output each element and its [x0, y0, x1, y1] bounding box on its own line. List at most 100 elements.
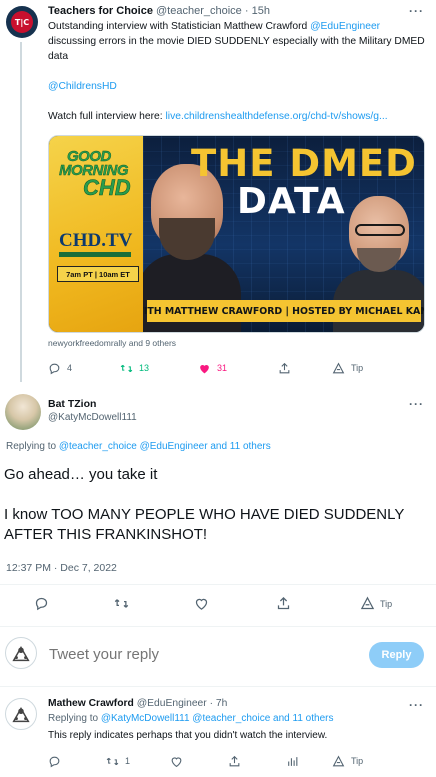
media-subtitle: DATA: [237, 181, 346, 222]
avatar-teachers-for-choice[interactable]: T|C: [6, 6, 38, 38]
reply-button[interactable]: [34, 596, 49, 611]
retweet-button[interactable]: 13: [120, 360, 149, 376]
show-time: 7am PT | 10am ET: [57, 266, 139, 282]
share-icon: [229, 755, 240, 766]
analytics-icon: [288, 756, 298, 766]
tweet-paragraph: Outstanding interview with Statistician …: [48, 19, 428, 64]
reply-input[interactable]: [49, 646, 349, 663]
chdtv-text: CHD.TV: [59, 230, 133, 251]
retweet-icon: [114, 599, 129, 608]
heart-icon: [195, 598, 208, 610]
main-tweet-line2: I know TOO MANY PEOPLE WHO HAVE DIED SUD…: [4, 506, 405, 543]
replying-to: Replying to @KatyMcDowell111 @teacher_ch…: [48, 713, 333, 724]
media-good-morning-panel: GOOD MORNING CHD CHD.TV 7am PT | 10am ET: [49, 136, 143, 332]
author-handle[interactable]: @teacher_choice: [156, 5, 242, 17]
reply-tweet-actions: 1 Tip: [48, 753, 426, 769]
main-tweet-text: Go ahead… you take it I know TOO MANY PE…: [4, 465, 424, 565]
reply-tweet-text: This reply indicates perhaps that you di…: [48, 730, 328, 741]
like-button[interactable]: [170, 753, 183, 769]
tip-label: Tip: [380, 598, 393, 609]
text-segment: discussing errors in the movie DIED SUDD…: [48, 36, 425, 62]
tip-label: Tip: [351, 363, 364, 373]
user-avatar-icon: [12, 646, 30, 662]
mention-childrenshd[interactable]: @ChildrensHD: [48, 79, 428, 94]
text-segment: Outstanding interview with Statistician …: [48, 21, 311, 32]
more-options-icon[interactable]: ···: [409, 397, 424, 411]
reply-button[interactable]: [48, 753, 61, 769]
reply-tweet-header: Mathew Crawford @EduEngineer · 7h: [48, 698, 227, 709]
reply-button[interactable]: 4: [48, 360, 72, 376]
share-icon: [279, 362, 290, 373]
tweet-media-image[interactable]: GOOD MORNING CHD CHD.TV 7am PT | 10am ET…: [48, 135, 425, 333]
avatar-logo-text: T|C: [11, 11, 33, 33]
like-count: 31: [217, 363, 228, 373]
tweet-text: Outstanding interview with Statistician …: [48, 19, 428, 124]
divider: [0, 626, 436, 627]
avatar-mathew-crawford[interactable]: [5, 698, 37, 730]
tip-icon: [360, 596, 375, 610]
share-button[interactable]: [276, 596, 291, 611]
tip-button[interactable]: Tip: [332, 360, 363, 376]
share-button[interactable]: [228, 753, 241, 769]
tweet-time[interactable]: 15h: [252, 5, 270, 17]
author-handle[interactable]: @KatyMcDowell111: [48, 412, 137, 423]
tweet-time[interactable]: 7h: [216, 698, 227, 709]
share-icon: [277, 596, 290, 610]
tweet-header: Teachers for Choice @teacher_choice · 15…: [48, 5, 270, 17]
watch-line: Watch full interview here: live.children…: [48, 109, 428, 124]
mention-link[interactable]: @EduEngineer: [310, 21, 380, 32]
heart-icon: [171, 756, 182, 767]
tip-button[interactable]: Tip: [332, 753, 363, 769]
retweet-button[interactable]: [114, 596, 129, 611]
separator-dot: ·: [244, 5, 252, 17]
analytics-button[interactable]: [286, 753, 299, 769]
retweet-icon: [120, 364, 133, 372]
author-name[interactable]: Teachers for Choice: [48, 5, 153, 17]
tweet-actions: 4 13 31 Tip: [48, 360, 426, 376]
good-morning-chd-logo: GOOD MORNING CHD: [57, 148, 139, 200]
tip-icon: [332, 361, 345, 373]
main-tweet-line1: Go ahead… you take it: [4, 466, 158, 483]
more-options-icon[interactable]: ···: [409, 4, 424, 18]
author-name[interactable]: Mathew Crawford: [48, 698, 134, 709]
thread-line: [20, 42, 22, 382]
replying-to: Replying to @teacher_choice @EduEngineer…: [6, 441, 271, 452]
tip-icon: [332, 754, 345, 766]
retweet-button[interactable]: 1: [106, 753, 130, 769]
tip-label: Tip: [351, 756, 364, 766]
reply-icon: [35, 597, 48, 611]
avatar-bat-tzion[interactable]: [5, 394, 41, 430]
media-title: THE DMED: [191, 142, 417, 185]
logo-chd: CHD: [83, 175, 131, 201]
more-options-icon[interactable]: ···: [409, 698, 424, 712]
reply-submit-button[interactable]: Reply: [369, 642, 424, 668]
replying-mentions[interactable]: @teacher_choice @EduEngineer and 11 othe…: [59, 441, 271, 452]
replying-label: Replying to: [48, 713, 101, 724]
divider: [0, 584, 436, 585]
tweet-teachers-for-choice[interactable]: T|C Teachers for Choice @teacher_choice …: [0, 0, 436, 385]
main-tweet-timestamp[interactable]: 12:37 PM · Dec 7, 2022: [6, 562, 117, 574]
chdtv-logo: CHD.TV: [59, 230, 133, 260]
reply-icon: [49, 756, 60, 767]
replying-mentions[interactable]: @KatyMcDowell111 @teacher_choice and 11 …: [101, 713, 334, 724]
media-banner: WITH MATTHEW CRAWFORD | HOSTED BY MICHAE…: [143, 300, 424, 322]
liked-by[interactable]: newyorkfreedomrally and 9 others: [48, 338, 176, 348]
divider: [0, 686, 436, 687]
avatar-current-user[interactable]: [5, 637, 37, 669]
interview-link[interactable]: live.childrenshealthdefense.org/chd-tv/s…: [166, 111, 388, 122]
tip-button[interactable]: Tip: [360, 596, 392, 611]
reply-icon: [49, 363, 60, 374]
heart-filled-icon: [200, 364, 209, 373]
user-avatar-icon: [12, 707, 30, 723]
like-button[interactable]: 31: [198, 360, 227, 376]
host-glasses: [355, 224, 405, 236]
retweet-icon: [106, 757, 119, 765]
author-handle[interactable]: @EduEngineer: [137, 698, 207, 709]
retweet-count: 1: [125, 756, 131, 766]
watch-label: Watch full interview here:: [48, 111, 166, 122]
author-name[interactable]: Bat TZion: [48, 398, 96, 410]
like-button[interactable]: [194, 596, 209, 611]
share-button[interactable]: [278, 360, 291, 376]
